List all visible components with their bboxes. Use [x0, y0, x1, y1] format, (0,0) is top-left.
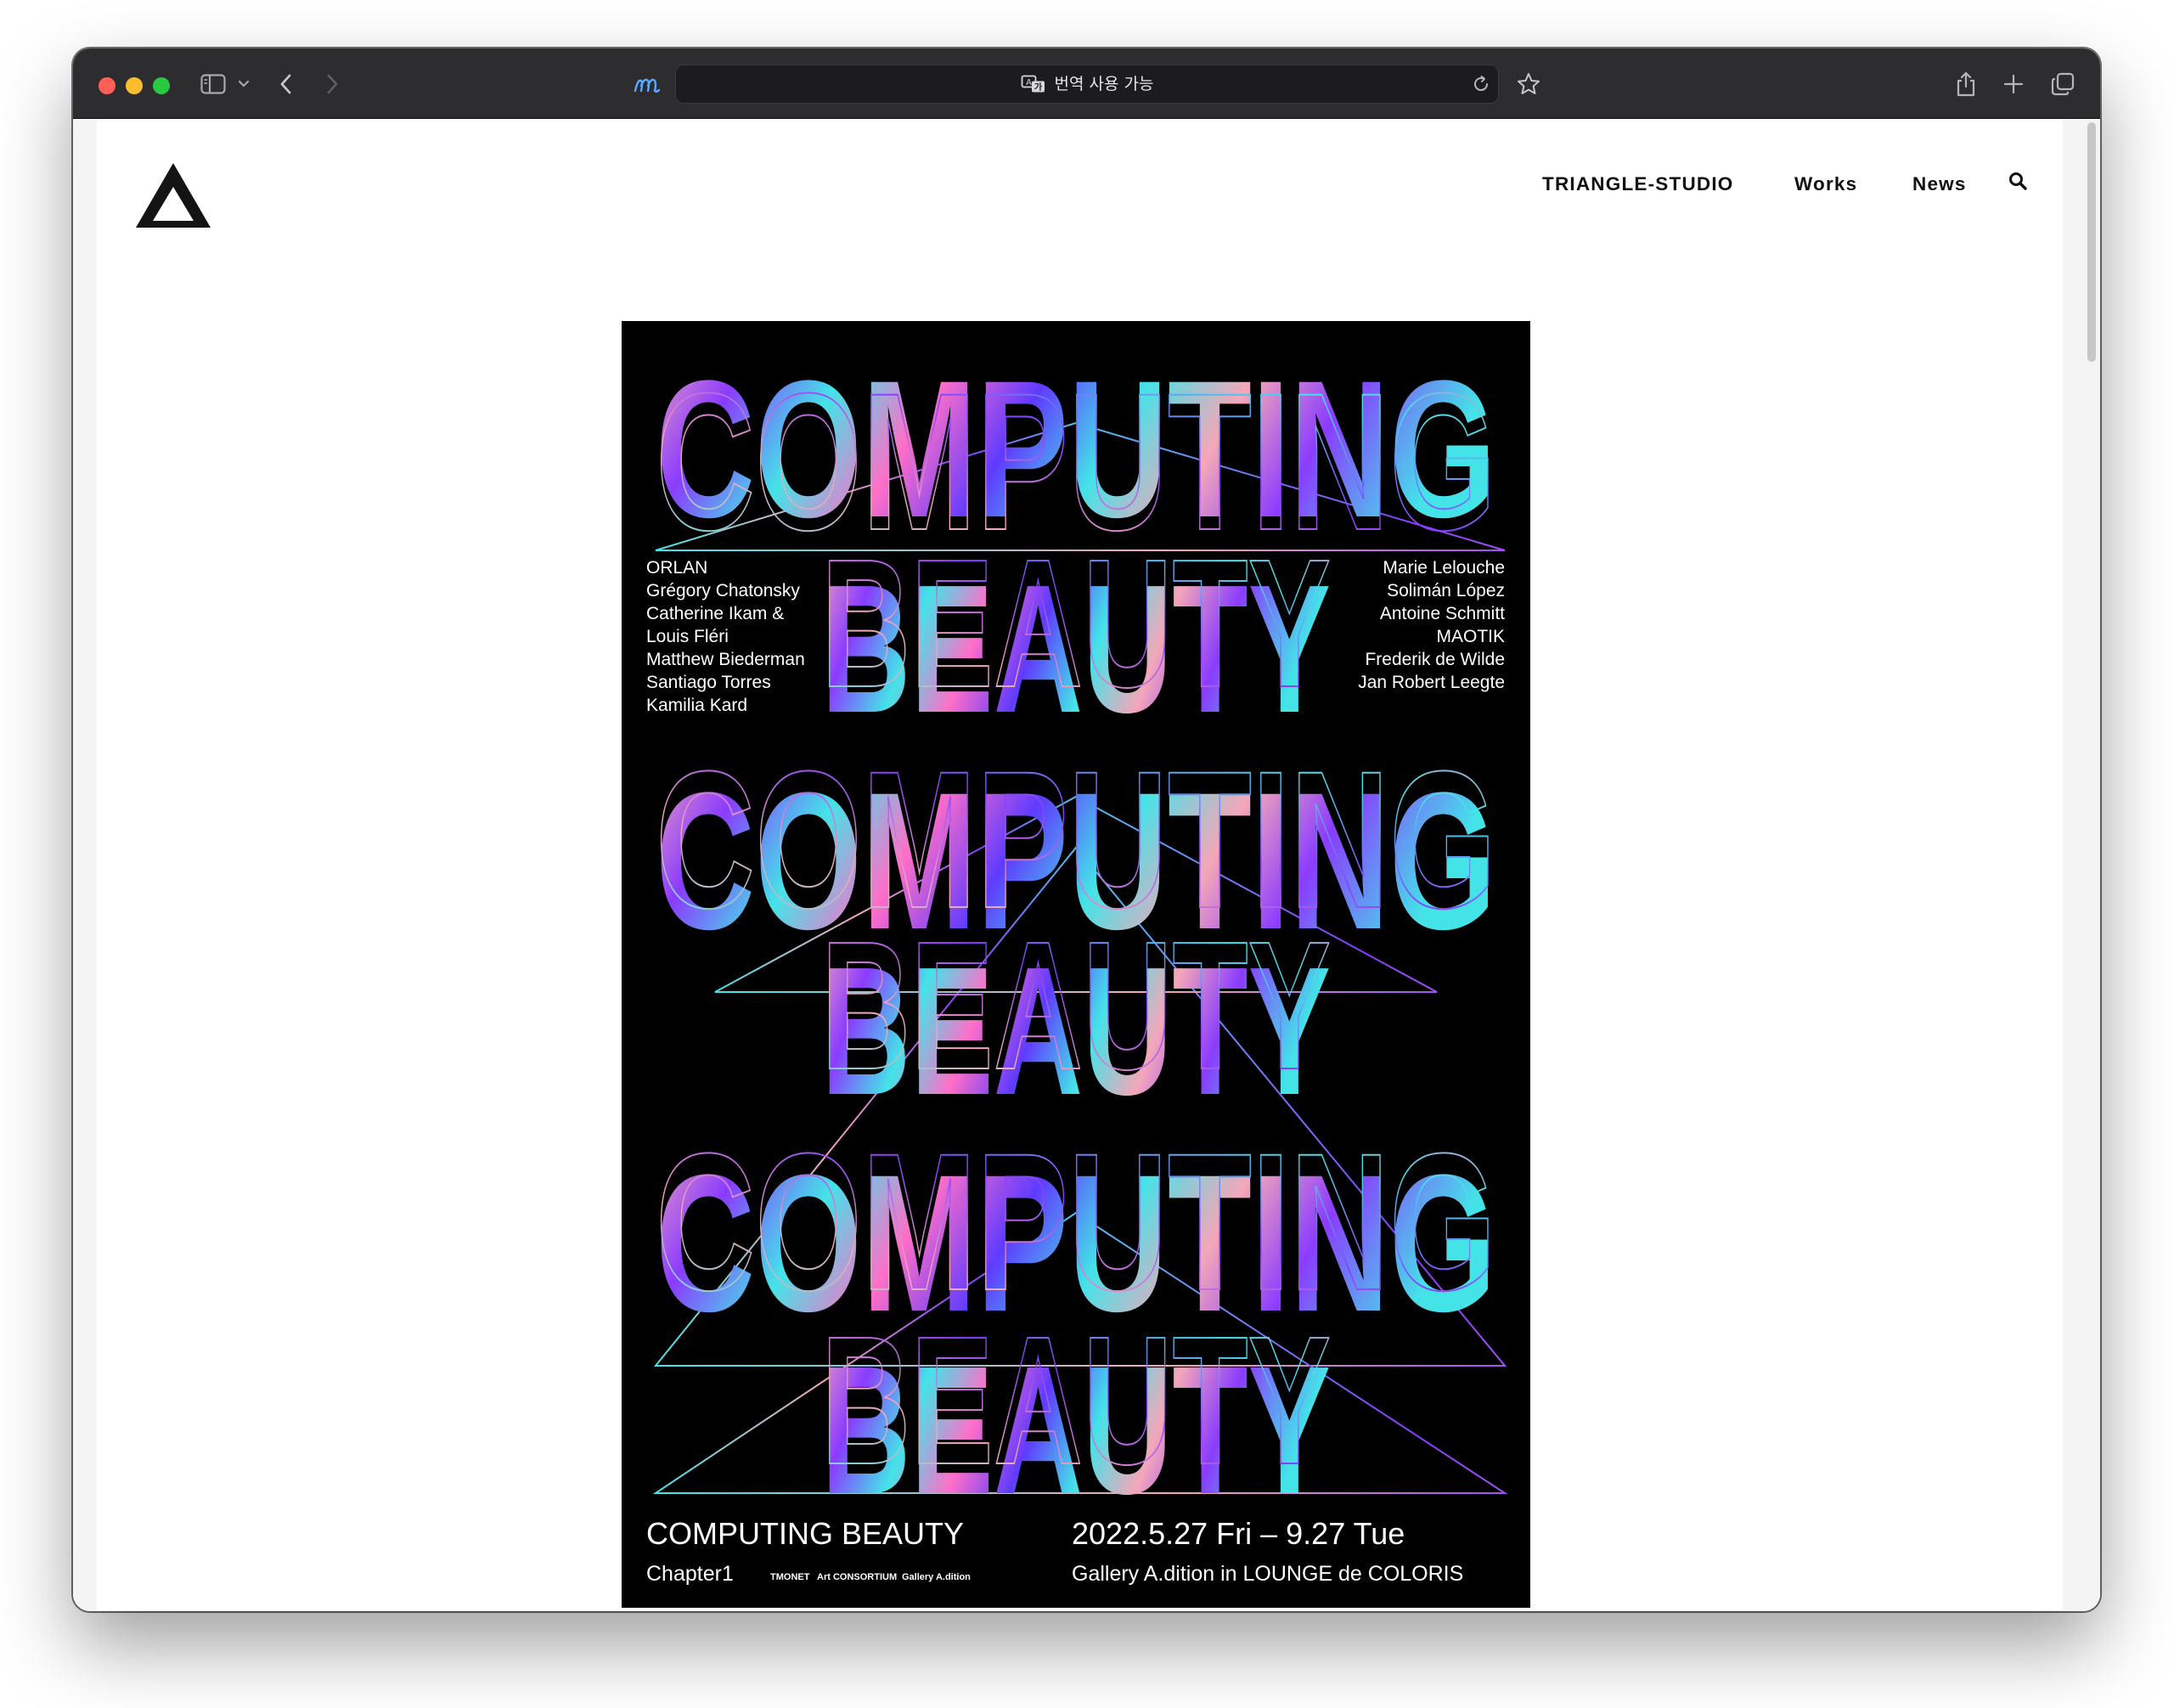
back-icon	[280, 74, 291, 94]
poster-artist-left: ORLAN	[646, 558, 707, 578]
nav-link-works: Works	[1794, 173, 1858, 194]
exhibition-poster[interactable]: COMPUTING COMPUTING BEAUTY BEAUTY COMPUT…	[622, 321, 1530, 1608]
poster-headline-beauty-outline: BEAUTY	[821, 903, 1331, 1108]
poster-headline-beauty-outline: BEAUTY	[821, 1298, 1331, 1502]
poster-headline-beauty-outline: BEAUTY	[821, 521, 1331, 725]
poster-sponsor: Gallery A.dition	[902, 1572, 971, 1582]
triangle-logo-icon	[136, 163, 211, 228]
poster-chapter: Chapter1	[646, 1562, 734, 1586]
minimize-window-button[interactable]	[126, 77, 143, 94]
page-gutter-right	[2063, 119, 2100, 1611]
site-logo[interactable]	[134, 161, 212, 234]
share-button[interactable]	[1953, 65, 1979, 103]
nav-item-works[interactable]: Works	[1794, 170, 1857, 199]
poster-artwork: COMPUTING COMPUTING BEAUTY BEAUTY COMPUT…	[646, 340, 1508, 1586]
poster-artist-right: Frederik de Wilde	[1365, 650, 1505, 669]
poster-venue: Gallery A.dition in LOUNGE de COLORIS	[1072, 1562, 1463, 1586]
address-bar[interactable]: A 가 번역 사용 가능	[675, 65, 1499, 104]
poster-artist-right: Solimán López	[1387, 581, 1505, 600]
browser-toolbar: A 가 번역 사용 가능	[73, 48, 2100, 119]
nav-link-brand: TRIANGLE-STUDIO	[1542, 173, 1734, 194]
poster-title: COMPUTING BEAUTY	[646, 1516, 964, 1551]
close-window-button[interactable]	[99, 77, 115, 94]
search-button[interactable]	[2008, 171, 2028, 195]
extension-button[interactable]	[630, 65, 664, 103]
svg-text:A: A	[1026, 78, 1032, 87]
page-content: TRIANGLE-STUDIO Works News COMPUTING COM…	[73, 119, 2100, 1611]
plus-icon	[2003, 74, 2024, 94]
back-button[interactable]	[273, 65, 299, 103]
poster-dates: 2022.5.27 Fri – 9.27 Tue	[1072, 1516, 1405, 1551]
reload-button[interactable]	[1471, 74, 1491, 99]
poster-artist-right: MAOTIK	[1436, 627, 1505, 646]
tabs-icon	[2051, 72, 2075, 96]
reload-icon	[1474, 76, 1489, 92]
search-icon	[2009, 172, 2027, 190]
sidebar-toggle-button[interactable]	[196, 65, 230, 103]
tab-overview-button[interactable]	[2048, 65, 2077, 103]
nav-item-news[interactable]: News	[1912, 170, 1967, 199]
poster-artist-left: Santiago Torres	[646, 673, 771, 692]
chevron-down-icon	[238, 80, 250, 87]
sidebar-icon	[200, 74, 226, 94]
poster-artist-left: Matthew Biederman	[646, 650, 805, 669]
scrollbar-thumb[interactable]	[2087, 122, 2096, 362]
forward-icon	[327, 74, 338, 94]
nav-link-news: News	[1912, 173, 1967, 194]
star-icon	[1518, 73, 1540, 94]
poster-artist-left: Louis Fléri	[646, 627, 729, 646]
poster-sponsor: TMONET	[770, 1572, 810, 1582]
sidebar-menu-button[interactable]	[234, 65, 253, 103]
url-text: 번역 사용 가능	[1054, 75, 1154, 93]
browser-window: A 가 번역 사용 가능 TRIANGLE-STUDIO Works News …	[73, 48, 2100, 1611]
bookmark-button[interactable]	[1514, 65, 1543, 103]
new-tab-button[interactable]	[2001, 65, 2026, 103]
poster-artist-left: Catherine Ikam &	[646, 604, 784, 623]
poster-artist-right: Jan Robert Leegte	[1358, 673, 1505, 692]
poster-artist-left: Grégory Chatonsky	[646, 581, 800, 600]
translate-icon[interactable]: A 가	[1021, 75, 1046, 93]
share-icon	[1957, 71, 1975, 97]
poster-artist-left: Kamilia Kard	[646, 696, 747, 715]
nav-item-triangle-studio[interactable]: TRIANGLE-STUDIO	[1542, 170, 1734, 199]
forward-button[interactable]	[319, 65, 345, 103]
zoom-window-button[interactable]	[153, 77, 170, 94]
poster-sponsor: Art CONSORTIUM	[817, 1572, 897, 1582]
page-gutter-left	[73, 119, 97, 1611]
poster-artist-right: Antoine Schmitt	[1380, 604, 1505, 623]
extension-icon	[634, 78, 661, 93]
poster-artist-right: Marie Lelouche	[1383, 558, 1505, 578]
svg-text:가: 가	[1033, 82, 1042, 93]
